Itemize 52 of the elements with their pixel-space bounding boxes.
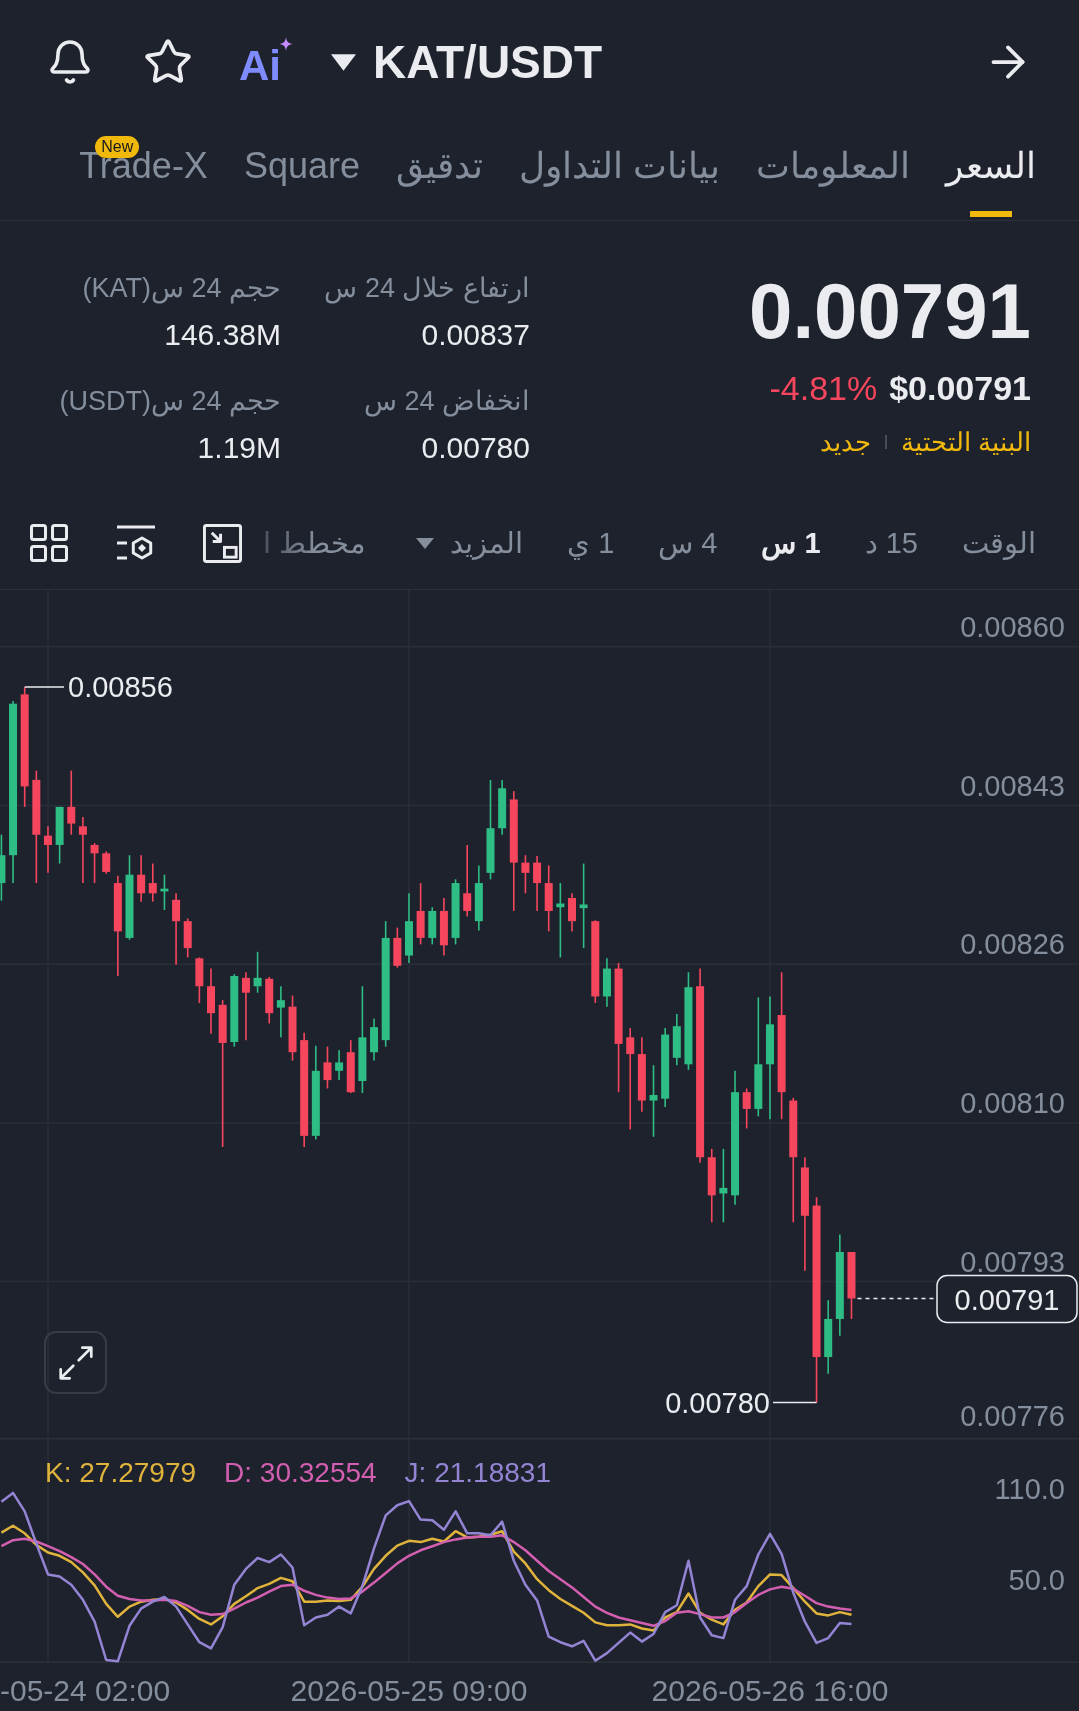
more-dropdown[interactable]: المزيد xyxy=(416,525,524,561)
time-axis-label: 2026-05-25 09:00 xyxy=(290,1674,528,1707)
stat-label: حجم 24 س(KAT) xyxy=(82,272,281,305)
interval-tab[interactable]: 1 س xyxy=(761,525,821,561)
expand-button[interactable] xyxy=(44,1331,107,1394)
time-axis-label: -05-24 02:00 xyxy=(0,1674,171,1707)
last-price-tag: 0.00791 xyxy=(936,1274,1078,1324)
interval-tab[interactable]: الوقت xyxy=(962,525,1036,561)
low-price-label: 0.00780 xyxy=(665,1386,770,1419)
caret-down-icon xyxy=(331,53,356,71)
high-price-label: 0.00856 xyxy=(68,670,173,703)
ai-button[interactable]: Ai xyxy=(239,37,293,87)
interval-tab[interactable]: 1 ي xyxy=(567,525,615,561)
usd-price: $0.00791 xyxy=(889,371,1031,405)
tab[interactable]: السعر xyxy=(946,124,1036,220)
pair-selector[interactable]: KAT/USDT xyxy=(331,37,603,87)
sparkle-icon xyxy=(279,37,293,51)
time-axis-label: 2026-05-26 16:00 xyxy=(651,1674,889,1707)
tab[interactable]: Square xyxy=(243,124,360,220)
axis-label: 50.0 xyxy=(1008,1564,1065,1597)
price-axis-label: 0.00810 xyxy=(960,1086,1065,1119)
stat-value: 0.00780 xyxy=(421,431,530,465)
leader-line xyxy=(772,1401,818,1404)
settings-icon[interactable] xyxy=(116,524,156,562)
price-axis-label: 0.00860 xyxy=(960,610,1065,643)
stat-label: ارتفاع خلال 24 س xyxy=(324,272,530,305)
category-tag[interactable]: جديد xyxy=(819,427,871,457)
tab-underline xyxy=(970,211,1012,217)
tab[interactable]: بيانات التداول xyxy=(519,124,720,220)
axis-label: 110.0 xyxy=(994,1472,1065,1505)
stat-value: 0.00837 xyxy=(421,318,530,352)
caret-down-icon xyxy=(416,537,435,549)
category-tag[interactable]: البنية التحتية xyxy=(900,427,1031,457)
grid-icon[interactable] xyxy=(30,524,68,562)
legend-label: D: 30.32554 xyxy=(224,1456,377,1490)
leader-line xyxy=(23,686,65,688)
price-axis-label: 0.00776 xyxy=(960,1400,1065,1432)
legend-label: K: 27.27979 xyxy=(45,1456,197,1490)
price-axis-label: 0.00826 xyxy=(960,928,1065,961)
interval-tab[interactable]: 4 س xyxy=(658,525,718,561)
last-price: 0.00791 xyxy=(749,272,1031,350)
stat-value: 1.19M xyxy=(197,431,281,465)
interval-tab[interactable]: 15 د xyxy=(864,525,918,561)
price-axis-label: 0.00843 xyxy=(960,769,1065,802)
price-change: -4.81% xyxy=(769,371,878,405)
stat-label: انخفاض 24 س xyxy=(363,385,530,418)
tab[interactable]: تدقيق xyxy=(396,124,483,220)
stat-label: حجم 24 س(USDT) xyxy=(59,385,281,418)
stat-value: 146.38M xyxy=(164,318,281,352)
legend-label: J: 21.18831 xyxy=(404,1456,551,1490)
expand-icon xyxy=(57,1344,94,1381)
tab[interactable]: المعلومات xyxy=(756,124,910,220)
